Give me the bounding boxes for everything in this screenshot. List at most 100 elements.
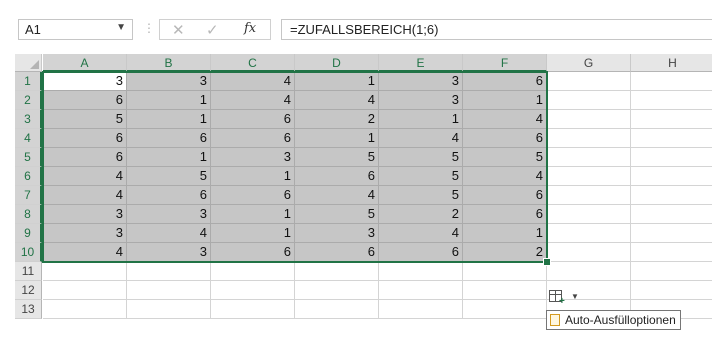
cell-f12[interactable] [463,281,547,300]
cell-c1[interactable]: 4 [211,72,295,91]
row-header-10[interactable]: 10 [15,243,42,262]
cell-a10[interactable]: 4 [43,243,127,262]
cell-f5[interactable]: 5 [463,148,547,167]
cell-a6[interactable]: 4 [43,167,127,186]
cell-h12[interactable] [631,281,712,300]
cell-b6[interactable]: 5 [127,167,211,186]
cell-b3[interactable]: 1 [127,110,211,129]
cell-c2[interactable]: 4 [211,91,295,110]
cell-e8[interactable]: 2 [379,205,463,224]
column-header-f[interactable]: F [463,54,547,72]
cancel-icon[interactable]: ✕ [172,21,185,39]
auto-fill-options-button[interactable]: + ▼ [547,288,579,307]
cell-g3[interactable] [547,110,631,129]
cell-b5[interactable]: 1 [127,148,211,167]
cell-g10[interactable] [547,243,631,262]
column-header-a[interactable]: A [43,54,127,72]
column-header-d[interactable]: D [295,54,379,72]
select-all-corner[interactable] [15,54,42,72]
row-header-12[interactable]: 12 [15,281,42,300]
row-header-7[interactable]: 7 [15,186,42,205]
cell-h11[interactable] [631,262,712,281]
cell-b2[interactable]: 1 [127,91,211,110]
formula-input[interactable]: =ZUFALLSBEREICH(1;6) [281,19,712,40]
cell-g11[interactable] [547,262,631,281]
cell-d7[interactable]: 4 [295,186,379,205]
cell-b9[interactable]: 4 [127,224,211,243]
cell-f1[interactable]: 6 [463,72,547,91]
cell-c10[interactable]: 6 [211,243,295,262]
cell-a7[interactable]: 4 [43,186,127,205]
cell-d3[interactable]: 2 [295,110,379,129]
cell-d8[interactable]: 5 [295,205,379,224]
cell-g2[interactable] [547,91,631,110]
cell-f4[interactable]: 6 [463,129,547,148]
cell-h9[interactable] [631,224,712,243]
cell-h7[interactable] [631,186,712,205]
cell-e12[interactable] [379,281,463,300]
cell-f8[interactable]: 6 [463,205,547,224]
cell-d5[interactable]: 5 [295,148,379,167]
row-header-9[interactable]: 9 [15,224,42,243]
cell-d13[interactable] [295,300,379,319]
cell-e5[interactable]: 5 [379,148,463,167]
cell-c5[interactable]: 3 [211,148,295,167]
cell-e4[interactable]: 4 [379,129,463,148]
fill-handle[interactable] [543,258,551,266]
column-header-h[interactable]: H [631,54,712,72]
cell-h6[interactable] [631,167,712,186]
cell-f7[interactable]: 6 [463,186,547,205]
cell-c3[interactable]: 6 [211,110,295,129]
cell-e3[interactable]: 1 [379,110,463,129]
cell-b11[interactable] [127,262,211,281]
cell-a1[interactable]: 3 [43,72,127,91]
cell-c11[interactable] [211,262,295,281]
cell-e7[interactable]: 5 [379,186,463,205]
cell-b10[interactable]: 3 [127,243,211,262]
column-header-e[interactable]: E [379,54,463,72]
cell-c9[interactable]: 1 [211,224,295,243]
column-header-b[interactable]: B [127,54,211,72]
cell-c7[interactable]: 6 [211,186,295,205]
row-header-3[interactable]: 3 [15,110,42,129]
row-header-2[interactable]: 2 [15,91,42,110]
chevron-down-icon[interactable]: ▼ [116,22,126,33]
cell-d10[interactable]: 6 [295,243,379,262]
cell-g5[interactable] [547,148,631,167]
cell-g7[interactable] [547,186,631,205]
cell-e2[interactable]: 3 [379,91,463,110]
cell-e9[interactable]: 4 [379,224,463,243]
cell-c8[interactable]: 1 [211,205,295,224]
cell-a12[interactable] [43,281,127,300]
cell-e1[interactable]: 3 [379,72,463,91]
cell-h3[interactable] [631,110,712,129]
cell-h5[interactable] [631,148,712,167]
cell-d4[interactable]: 1 [295,129,379,148]
cell-d9[interactable]: 3 [295,224,379,243]
cell-a13[interactable] [43,300,127,319]
row-header-1[interactable]: 1 [15,72,42,91]
row-header-8[interactable]: 8 [15,205,42,224]
cell-g4[interactable] [547,129,631,148]
row-header-6[interactable]: 6 [15,167,42,186]
cell-c13[interactable] [211,300,295,319]
cell-b1[interactable]: 3 [127,72,211,91]
cell-g8[interactable] [547,205,631,224]
cell-a8[interactable]: 3 [43,205,127,224]
cell-a2[interactable]: 6 [43,91,127,110]
cell-a5[interactable]: 6 [43,148,127,167]
cell-h8[interactable] [631,205,712,224]
cell-b4[interactable]: 6 [127,129,211,148]
row-header-13[interactable]: 13 [15,300,42,319]
cell-b8[interactable]: 3 [127,205,211,224]
cell-f10[interactable]: 2 [463,243,547,262]
cell-f13[interactable] [463,300,547,319]
cell-f9[interactable]: 1 [463,224,547,243]
cell-g6[interactable] [547,167,631,186]
cell-b7[interactable]: 6 [127,186,211,205]
cell-c4[interactable]: 6 [211,129,295,148]
cell-g9[interactable] [547,224,631,243]
cell-d1[interactable]: 1 [295,72,379,91]
cell-a4[interactable]: 6 [43,129,127,148]
cell-a9[interactable]: 3 [43,224,127,243]
